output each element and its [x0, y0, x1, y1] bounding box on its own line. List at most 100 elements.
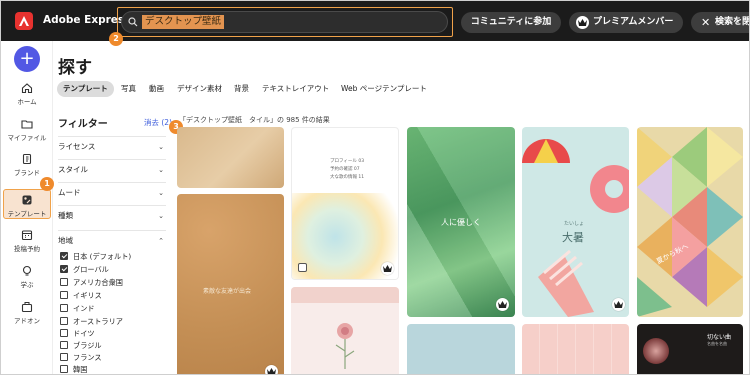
- card-text: 予約の確認 07: [330, 167, 360, 172]
- card-text: 素敵な友達が出会: [203, 288, 252, 295]
- tab-photos[interactable]: 写真: [121, 81, 136, 97]
- checkbox[interactable]: [60, 329, 68, 337]
- checkbox[interactable]: [60, 341, 68, 349]
- sidebar-item-addons[interactable]: アドオン: [3, 301, 51, 325]
- template-icon: [22, 195, 32, 205]
- filter-label: 地域: [58, 236, 73, 245]
- template-card[interactable]: 夏から秋へ: [637, 127, 743, 317]
- sidebar-item-label: ブランド: [14, 169, 40, 177]
- premium-crown-icon: [496, 298, 509, 311]
- sidebar-item-my-files[interactable]: マイファイル: [3, 118, 51, 142]
- flower-illustration: [335, 323, 355, 369]
- brand-icon: [22, 153, 32, 165]
- template-card[interactable]: 素敵な友達が出会: [177, 194, 284, 374]
- card-text: 切ない曲: [707, 334, 732, 341]
- app-window: Adobe Express デスクトップ壁紙 2 コミュニティに参加 プレミアム…: [0, 0, 750, 375]
- bulb-icon: [22, 265, 32, 276]
- filter-type[interactable]: 種類 ⌄: [58, 205, 166, 225]
- card-text: プロフィール 03: [330, 159, 365, 164]
- checkbox[interactable]: [60, 291, 68, 299]
- card-text: たいしょ: [564, 221, 585, 227]
- tab-web-page-templates[interactable]: Web ページテンプレート: [341, 81, 427, 97]
- close-search-label: 検索を閉: [715, 17, 750, 27]
- chevron-down-icon: ⌄: [158, 212, 164, 220]
- checkbox[interactable]: [60, 265, 68, 273]
- tab-backgrounds[interactable]: 背景: [234, 81, 249, 97]
- search-query[interactable]: デスクトップ壁紙: [142, 15, 225, 29]
- filter-label: スタイル: [58, 165, 88, 174]
- template-card[interactable]: 人に優しく: [407, 127, 515, 317]
- adobe-logo-icon[interactable]: [15, 12, 33, 30]
- checkbox[interactable]: [60, 317, 68, 325]
- template-card[interactable]: [522, 324, 629, 374]
- filter-mood[interactable]: ムード ⌄: [58, 182, 166, 202]
- left-rail: + ホーム マイファイル ブランド テンプレート 1 投稿予約 学ぶ アドオン: [1, 41, 54, 374]
- sidebar-item-label: 学ぶ: [20, 281, 34, 289]
- premium-crown-icon: [612, 298, 625, 311]
- template-card[interactable]: [177, 127, 284, 188]
- sidebar-item-brand[interactable]: ブランド: [3, 153, 51, 177]
- join-community-button[interactable]: コミュニティに参加: [461, 12, 561, 33]
- sidebar-item-label: テンプレート: [7, 210, 47, 218]
- filter-label: ライセンス: [58, 142, 96, 151]
- top-bar: Adobe Express デスクトップ壁紙 2 コミュニティに参加 プレミアム…: [1, 1, 750, 46]
- card-text: 大暑: [562, 231, 584, 244]
- addon-icon: [21, 302, 33, 313]
- premium-crown-icon: [265, 365, 278, 374]
- calendar-icon: [21, 230, 33, 241]
- filter-label: 種類: [58, 211, 73, 220]
- sidebar-item-schedule[interactable]: 投稿予約: [3, 229, 51, 253]
- checkbox[interactable]: [60, 304, 68, 312]
- tab-templates[interactable]: テンプレート: [57, 81, 114, 97]
- chevron-up-icon: ⌃: [158, 237, 164, 245]
- sidebar-item-label: マイファイル: [7, 134, 47, 142]
- search-input[interactable]: デスクトップ壁紙: [121, 11, 448, 33]
- tab-videos[interactable]: 動画: [149, 81, 164, 97]
- filter-title: フィルター: [58, 119, 108, 130]
- card-text: 名曲を名曲: [707, 341, 727, 346]
- tab-design-elements[interactable]: デザイン素材: [177, 81, 222, 97]
- clear-filters-link[interactable]: 消去 (2): [144, 117, 172, 128]
- chevron-down-icon: ⌄: [158, 189, 164, 197]
- checkbox[interactable]: [60, 252, 68, 260]
- close-search-button[interactable]: ✕ 検索を閉: [691, 12, 750, 33]
- sidebar-item-label: ホーム: [17, 98, 37, 106]
- sidebar-item-label: 投稿予約: [14, 245, 40, 253]
- card-text: 大な歌の情報 11: [330, 175, 365, 180]
- tab-text-layouts[interactable]: テキストレイアウト: [262, 81, 329, 97]
- template-card[interactable]: プロフィール 03 予約の確認 07 大な歌の情報 11: [291, 127, 399, 280]
- sidebar-item-home[interactable]: ホーム: [3, 82, 51, 106]
- results-summary: 「デスクトップ壁紙 タイル」の 985 件の結果: [179, 116, 330, 124]
- filter-style[interactable]: スタイル ⌄: [58, 159, 166, 179]
- page-title: 探す: [58, 58, 92, 78]
- premium-member-label: プレミアムメンバー: [593, 17, 674, 27]
- chevron-down-icon: ⌄: [158, 143, 164, 151]
- checkbox[interactable]: [60, 353, 68, 361]
- chevron-down-icon: ⌄: [158, 166, 164, 174]
- step-badge-2: 2: [109, 32, 123, 46]
- template-card[interactable]: 切ない曲 名曲を名曲: [637, 324, 743, 374]
- copy-icon: [298, 263, 307, 272]
- card-text: 人に優しく: [441, 218, 481, 227]
- create-new-button[interactable]: +: [14, 46, 40, 72]
- sidebar-item-learn[interactable]: 学ぶ: [3, 265, 51, 289]
- checkbox[interactable]: [60, 365, 68, 373]
- template-card[interactable]: たいしょ 大暑: [522, 127, 629, 317]
- search-icon: [128, 17, 138, 27]
- sidebar-item-templates[interactable]: テンプレート: [3, 189, 51, 219]
- template-card[interactable]: [291, 287, 399, 374]
- close-icon: ✕: [701, 16, 711, 29]
- step-badge-1: 1: [40, 177, 54, 191]
- geometric-pattern: [637, 127, 743, 317]
- filter-region[interactable]: 地域 ⌃: [58, 230, 166, 250]
- crown-icon: [576, 16, 589, 29]
- premium-crown-icon: [381, 262, 394, 275]
- folder-icon: [21, 120, 33, 129]
- sidebar-item-label: アドオン: [14, 317, 40, 325]
- home-icon: [21, 83, 33, 94]
- premium-member-button[interactable]: プレミアムメンバー: [569, 12, 683, 33]
- filter-label: ムード: [58, 188, 81, 197]
- checkbox[interactable]: [60, 278, 68, 286]
- template-card[interactable]: [407, 324, 515, 374]
- filter-license[interactable]: ライセンス ⌄: [58, 136, 166, 156]
